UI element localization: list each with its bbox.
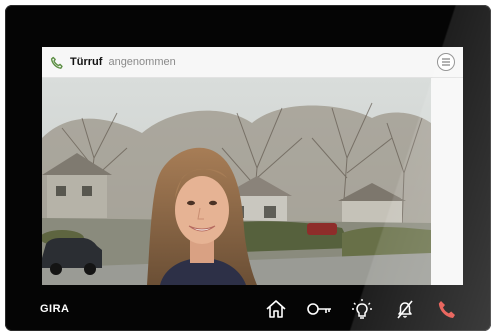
light-bulb-icon (352, 299, 372, 319)
menu-button[interactable] (437, 53, 455, 71)
light-button[interactable] (350, 297, 374, 321)
hang-up-button[interactable] (435, 297, 459, 321)
bell-off-icon (397, 300, 413, 319)
mute-ringtone-button[interactable] (393, 297, 417, 321)
call-state-label: angenommen (108, 56, 176, 68)
video-image (42, 78, 431, 285)
brand-logo: GIRA (40, 303, 70, 315)
key-icon (307, 303, 331, 315)
home-icon (266, 300, 286, 318)
control-bar: GIRA (5, 285, 491, 331)
status-bar: Türruf angenommen (42, 47, 463, 78)
camera-video-feed (42, 78, 431, 285)
door-open-button[interactable] (305, 297, 333, 321)
hang-up-icon (438, 301, 455, 318)
phone-handset-icon (50, 56, 63, 69)
display-screen: Türruf angenommen (42, 47, 463, 285)
call-label: Türruf (70, 56, 103, 68)
side-panel (431, 78, 463, 285)
home-button[interactable] (264, 297, 288, 321)
menu-icon (442, 58, 450, 66)
call-status-text: Türruf angenommen (70, 55, 176, 69)
door-station-device: Türruf angenommen GIRA (5, 5, 491, 331)
